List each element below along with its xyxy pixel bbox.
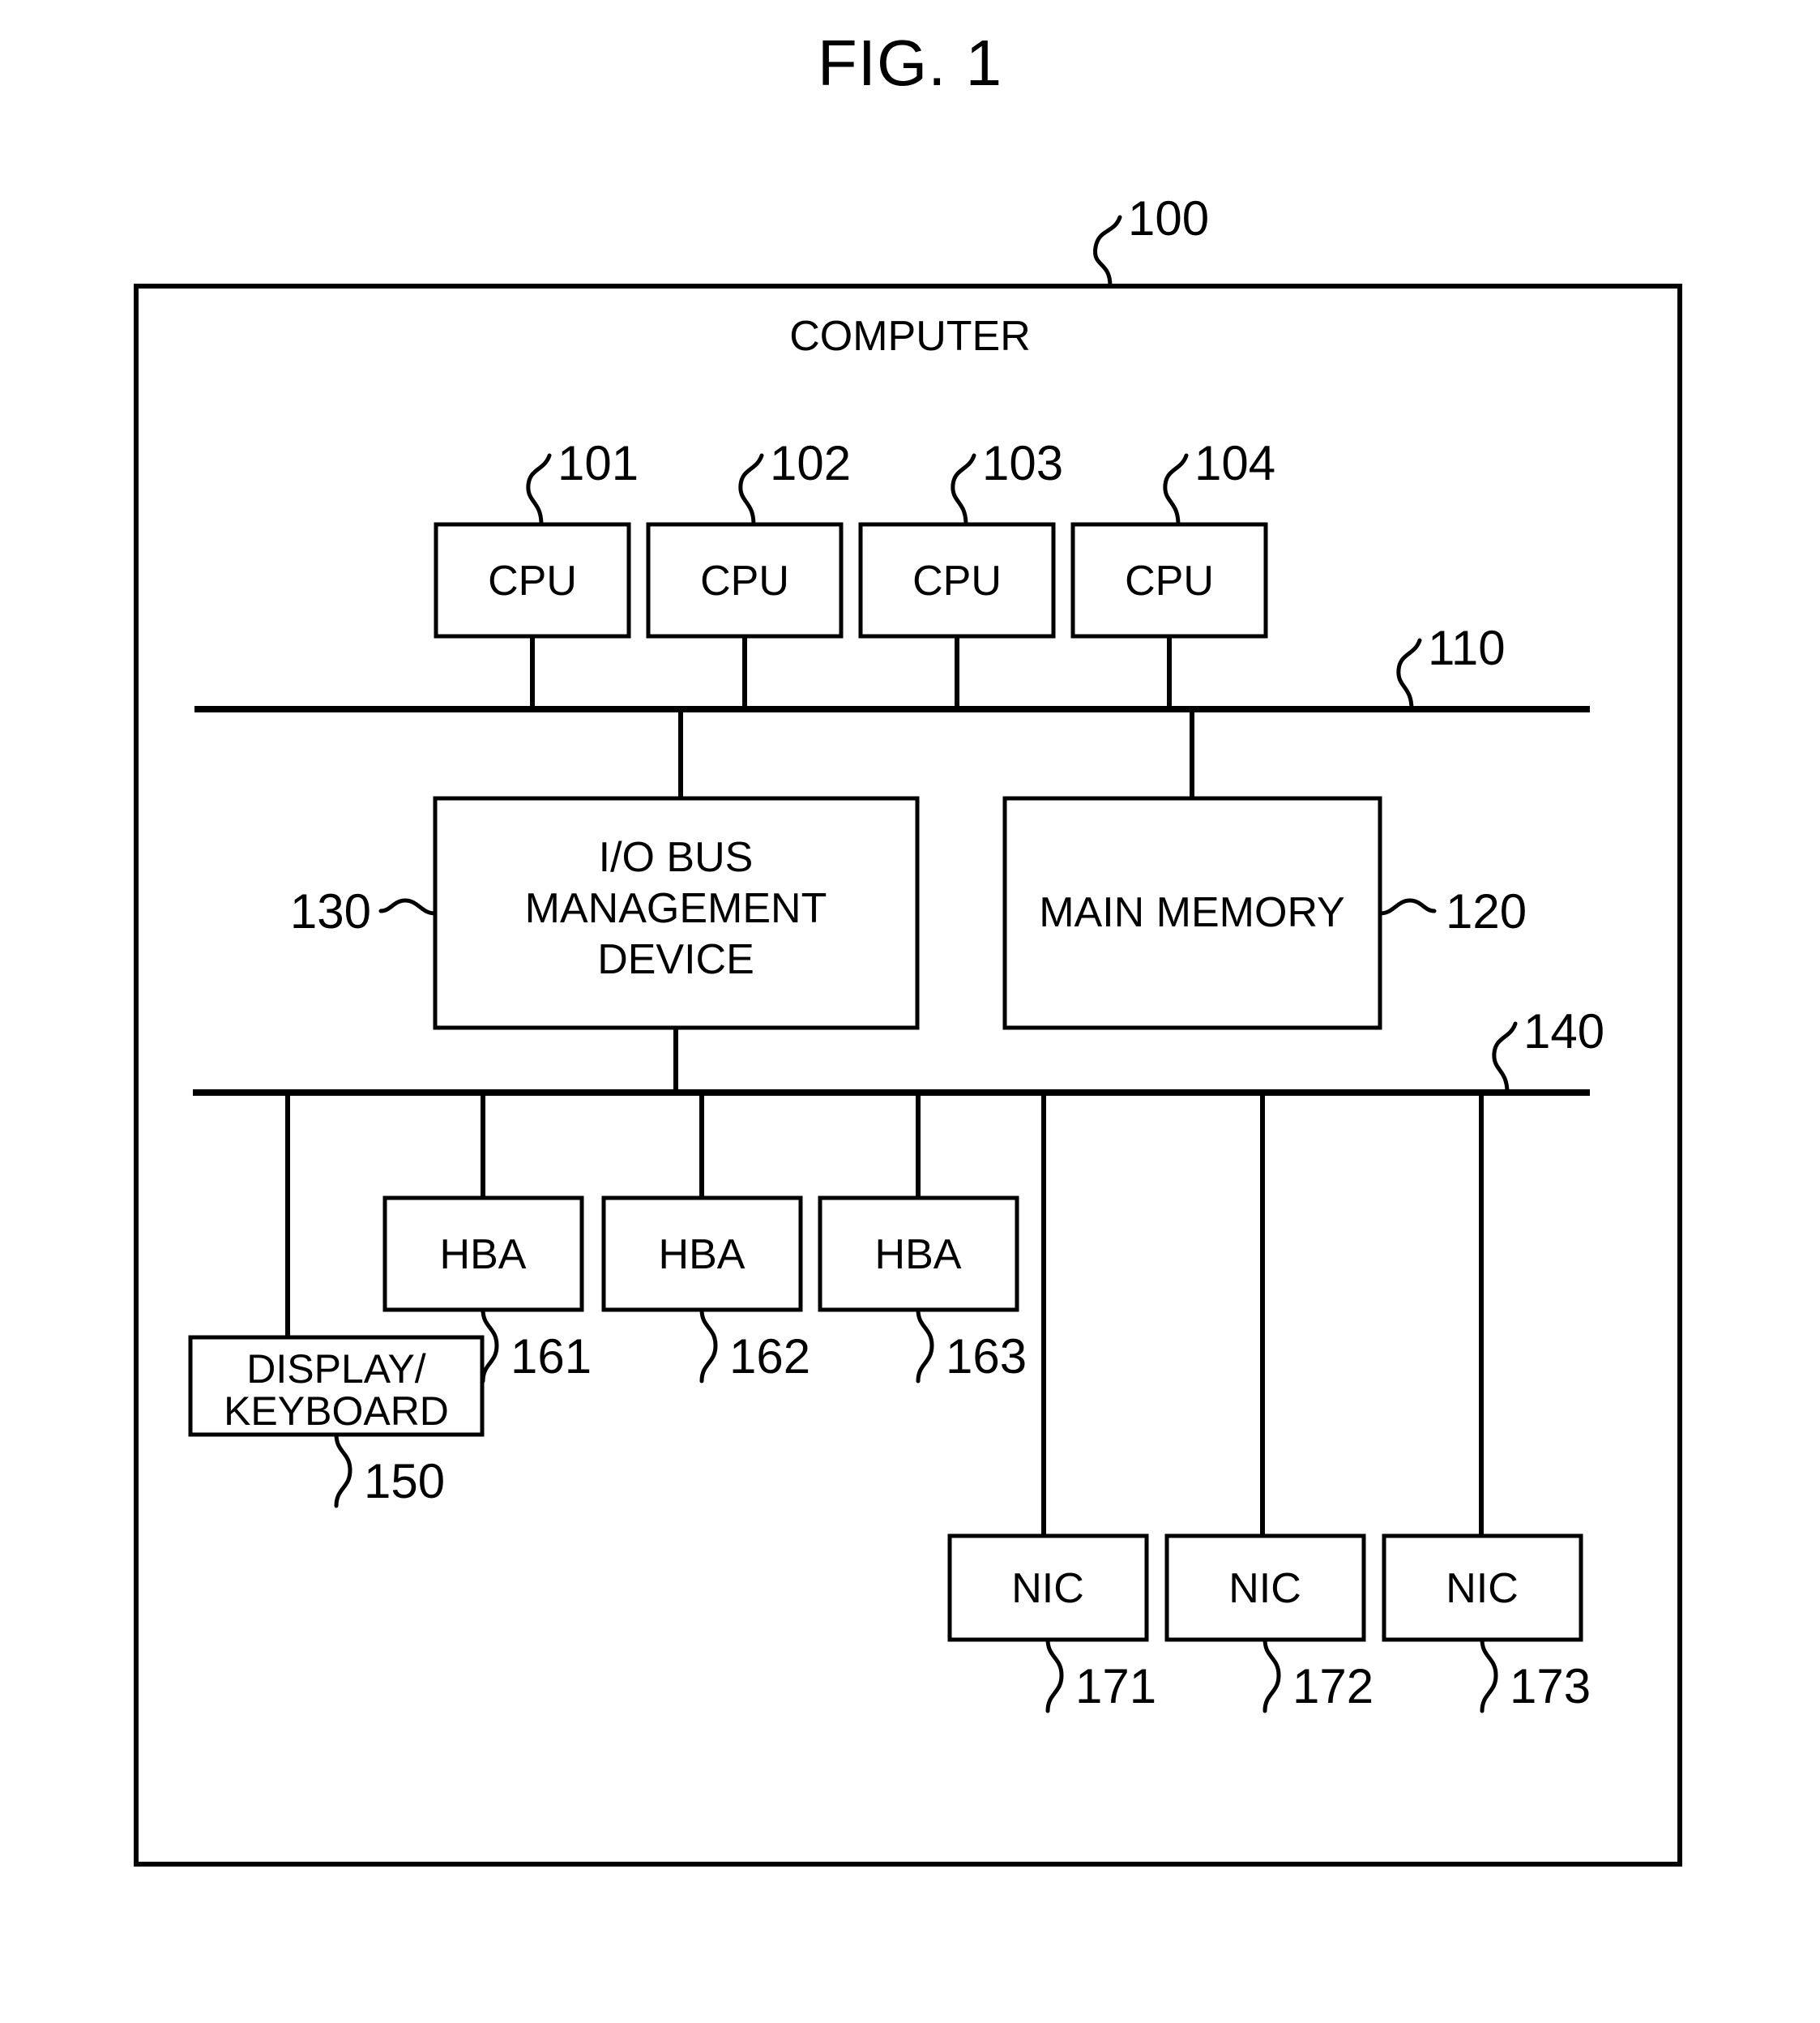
nic-label-171: NIC: [1011, 1565, 1084, 1612]
display-keyboard-label-line2: KEYBOARD: [224, 1388, 449, 1434]
hba-label-162: HBA: [659, 1231, 746, 1278]
nic-label-172: NIC: [1228, 1565, 1301, 1612]
ref-number-150: 150: [364, 1454, 445, 1508]
ref-number-101: 101: [558, 436, 639, 490]
ref-leader-130: [378, 898, 438, 916]
ref-leader-110: [1396, 638, 1422, 712]
ref-leader-100: [1093, 215, 1122, 289]
ref-leader-150: [334, 1432, 352, 1508]
ref-leader-140: [1492, 1021, 1518, 1095]
ref-number-120: 120: [1446, 884, 1527, 939]
io-manager-label-line1: I/O BUS: [599, 834, 754, 881]
cpu-label-101: CPU: [488, 558, 577, 605]
ref-number-103: 103: [982, 436, 1063, 490]
ref-number-173: 173: [1510, 1659, 1591, 1713]
ref-number-172: 172: [1292, 1659, 1374, 1713]
ref-number-130: 130: [290, 884, 371, 939]
ref-leader-162: [699, 1307, 718, 1384]
cpu-label-102: CPU: [700, 558, 789, 605]
patent-figure-page: FIG. 1 COMPUTER 100 101 102 103 104 CPU …: [0, 0, 1820, 2023]
ref-leader-102: [738, 453, 764, 527]
ref-number-104: 104: [1194, 436, 1275, 490]
hba-label-161: HBA: [440, 1231, 527, 1278]
ref-leader-120: [1378, 898, 1437, 916]
io-manager-label-line3: DEVICE: [597, 936, 754, 983]
io-manager-label-line2: MANAGEMENT: [525, 885, 827, 932]
ref-leader-104: [1163, 453, 1189, 527]
ref-number-171: 171: [1075, 1659, 1156, 1713]
ref-number-161: 161: [511, 1329, 592, 1384]
ref-number-110: 110: [1428, 621, 1506, 675]
ref-leader-171: [1045, 1637, 1064, 1713]
ref-leader-161: [481, 1307, 499, 1384]
ref-number-163: 163: [946, 1329, 1027, 1384]
computer-enclosure-label: COMPUTER: [789, 313, 1031, 360]
hba-label-163: HBA: [875, 1231, 962, 1278]
ref-leader-103: [951, 453, 976, 527]
main-memory-label: MAIN MEMORY: [1039, 889, 1345, 936]
cpu-label-104: CPU: [1125, 558, 1214, 605]
ref-number-162: 162: [729, 1329, 810, 1384]
ref-leader-101: [526, 453, 552, 527]
figure-title: FIG. 1: [818, 27, 1002, 99]
ref-number-140: 140: [1523, 1004, 1604, 1059]
display-keyboard-label-line1: DISPLAY/: [246, 1346, 425, 1392]
ref-leader-173: [1480, 1637, 1498, 1713]
ref-number-100: 100: [1128, 191, 1209, 246]
ref-number-102: 102: [770, 436, 851, 490]
ref-leader-163: [916, 1307, 934, 1384]
cpu-label-103: CPU: [912, 558, 1002, 605]
ref-leader-172: [1262, 1637, 1281, 1713]
figure-1-block-diagram: FIG. 1 COMPUTER 100 101 102 103 104 CPU …: [134, 27, 1682, 1867]
nic-label-173: NIC: [1446, 1565, 1519, 1612]
